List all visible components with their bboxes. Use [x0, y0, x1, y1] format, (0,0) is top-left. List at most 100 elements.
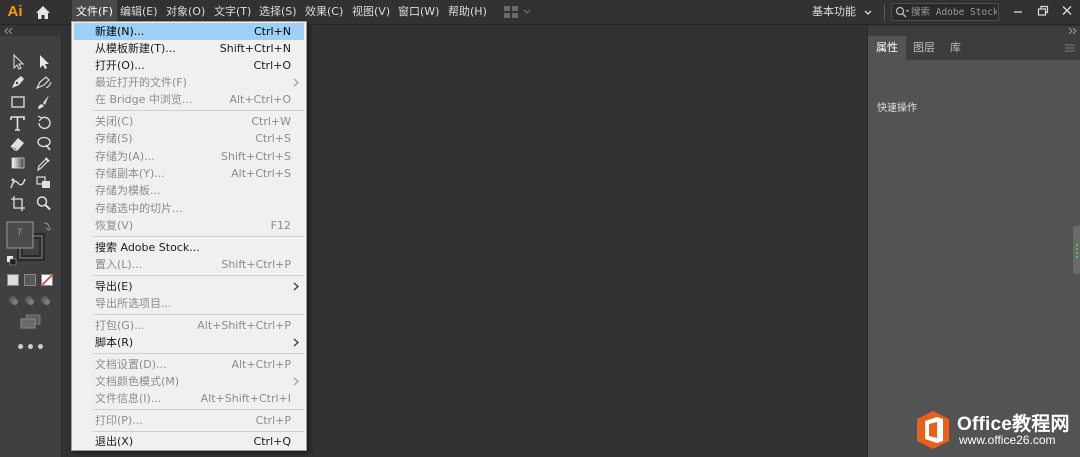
watermark-brand: Office教程网: [957, 414, 1070, 435]
file-menu-item-search-stock[interactable]: 搜索 Adobe Stock...: [74, 239, 304, 256]
eyedropper-tool[interactable]: [34, 154, 54, 172]
collapse-icon[interactable]: [1067, 28, 1077, 34]
draw-mode-icons[interactable]: [7, 294, 55, 306]
menu-separator: [93, 236, 304, 237]
menu-separator: [93, 275, 304, 276]
eraser-tool[interactable]: [8, 134, 28, 152]
file-menu-item-scripts[interactable]: 脚本(R): [74, 334, 304, 351]
submenu-arrow-icon: [293, 78, 299, 87]
chevron-down-icon[interactable]: [863, 8, 873, 18]
fill-stroke-widget[interactable]: ?: [4, 219, 56, 269]
color-mode-swatch[interactable]: [7, 274, 19, 286]
rotate-tool[interactable]: [34, 114, 54, 132]
file-menu-item-browse-bridge[interactable]: 在 Bridge 中浏览... Alt+Ctrl+O: [74, 91, 304, 108]
grip-dots-icon: [1076, 244, 1078, 258]
rectangle-tool[interactable]: [8, 93, 28, 111]
gradient-icon: [11, 157, 25, 169]
gradient-mode-swatch[interactable]: [24, 274, 36, 286]
curvature-tool[interactable]: [34, 73, 54, 91]
file-menu-item-exit[interactable]: 退出(X) Ctrl+Q: [74, 433, 304, 450]
screen-mode-icon[interactable]: [20, 314, 42, 330]
puppet-warp-icon: [10, 178, 26, 189]
panel-menu-icon[interactable]: [1065, 44, 1075, 52]
submenu-arrow-icon: [293, 338, 299, 347]
zoom-icon: [36, 196, 51, 211]
tab-properties[interactable]: 属性: [868, 36, 906, 60]
panel-resize-handle[interactable]: [1073, 226, 1080, 274]
watermark: Office教程网 www.office26.com: [915, 407, 1080, 455]
collapse-icon[interactable]: [4, 28, 14, 34]
panel-grip[interactable]: [868, 26, 1080, 36]
file-menu-item-open[interactable]: 打开(O)... Ctrl+O: [74, 57, 304, 74]
selection-tool[interactable]: [8, 53, 28, 71]
tab-layers[interactable]: 图层: [905, 36, 943, 60]
paintbrush-tool[interactable]: [34, 93, 54, 111]
restore-icon[interactable]: [1034, 3, 1052, 19]
file-menu-item-document-setup[interactable]: 文档设置(D)... Alt+Ctrl+P: [74, 356, 304, 373]
file-menu-item-place[interactable]: 置入(L)... Shift+Ctrl+P: [74, 256, 304, 273]
workspace-switcher[interactable]: 基本功能: [812, 0, 856, 25]
tab-libraries[interactable]: 库: [942, 36, 969, 60]
curvature-pen-icon: [35, 76, 52, 90]
none-mode-swatch[interactable]: [41, 274, 53, 286]
file-menu-item-document-color-mode[interactable]: 文档颜色模式(M): [74, 373, 304, 390]
file-menu-item-save-as-template[interactable]: 存储为模板...: [74, 182, 304, 199]
file-menu-item-close[interactable]: 关闭(C) Ctrl+W: [74, 113, 304, 130]
file-menu-item-file-info[interactable]: 文件信息(I)... Alt+Shift+Ctrl+I: [74, 390, 304, 407]
file-menu-item-export-selection[interactable]: 导出所选项目...: [74, 295, 304, 312]
panel-tabs: 属性 图层 库: [868, 36, 1080, 60]
fill-stroke-icon: [6, 221, 52, 266]
direct-selection-tool[interactable]: [34, 53, 54, 71]
menu-separator: [93, 431, 304, 432]
home-icon[interactable]: [35, 5, 51, 20]
file-menu-item-new[interactable]: 新建(N)... Ctrl+N: [74, 23, 304, 40]
office-logo-icon: [917, 411, 949, 449]
type-tool[interactable]: [8, 114, 28, 132]
file-menu-item-new-from-template[interactable]: 从模板新建(T)... Shift+Ctrl+N: [74, 40, 304, 57]
panel-grip[interactable]: [0, 26, 62, 36]
puppet-warp-tool[interactable]: [8, 174, 28, 192]
file-menu-item-revert[interactable]: 恢复(V) F12: [74, 217, 304, 234]
file-menu-item-save-selected-slices[interactable]: 存储选中的切片...: [74, 200, 304, 217]
menu-separator: [93, 314, 304, 315]
menu-separator: [93, 353, 304, 354]
menu-separator: [93, 110, 304, 111]
eraser-icon: [10, 138, 24, 151]
menu-effect[interactable]: 效果(C): [301, 0, 347, 25]
minimize-icon[interactable]: [1009, 3, 1027, 19]
file-menu-item-save[interactable]: 存储(S) Ctrl+S: [74, 130, 304, 147]
menu-view[interactable]: 视图(V): [348, 0, 394, 25]
edit-toolbar-icon[interactable]: •••: [0, 340, 62, 356]
shape-builder-icon: [36, 176, 50, 188]
rectangle-icon: [11, 96, 25, 108]
artboard-icon: [11, 196, 25, 211]
file-menu-item-package[interactable]: 打包(G)... Alt+Shift+Ctrl+P: [74, 317, 304, 334]
stock-search-input[interactable]: [911, 4, 997, 20]
none-slash-icon: [42, 275, 52, 285]
stock-search-box[interactable]: [891, 3, 999, 21]
close-icon[interactable]: [1058, 3, 1076, 19]
menu-help[interactable]: 帮助(H): [444, 0, 491, 25]
warp-icon: [37, 136, 51, 151]
menu-window[interactable]: 窗口(W): [394, 0, 443, 25]
chevron-down-icon[interactable]: [522, 7, 532, 17]
file-menu-item-print[interactable]: 打印(P)... Ctrl+P: [74, 412, 304, 429]
pen-tool[interactable]: [8, 73, 28, 91]
arrow-outline-icon: [13, 53, 25, 70]
type-icon: [10, 116, 25, 131]
file-menu-item-open-recent[interactable]: 最近打开的文件(F): [74, 74, 304, 91]
artboard-tool[interactable]: [8, 194, 28, 212]
arrange-documents-icon[interactable]: [504, 6, 518, 18]
quick-actions-heading: 快速操作: [877, 103, 917, 114]
arrow-solid-icon: [40, 55, 49, 69]
warp-tool[interactable]: [34, 134, 54, 152]
tools-panel: ? •••: [0, 26, 62, 457]
file-menu-item-save-copy[interactable]: 存储副本(Y)... Alt+Ctrl+S: [74, 165, 304, 182]
zoom-tool[interactable]: [34, 194, 54, 212]
file-menu-dropdown: 新建(N)... Ctrl+N 从模板新建(T)... Shift+Ctrl+N 打…: [71, 21, 307, 451]
shape-builder-tool[interactable]: [34, 174, 54, 192]
file-menu-item-save-as[interactable]: 存储为(A)... Shift+Ctrl+S: [74, 148, 304, 165]
file-menu-item-export[interactable]: 导出(E): [74, 278, 304, 295]
properties-panel: 属性 图层 库 快速操作: [867, 26, 1080, 457]
gradient-tool[interactable]: [8, 154, 28, 172]
